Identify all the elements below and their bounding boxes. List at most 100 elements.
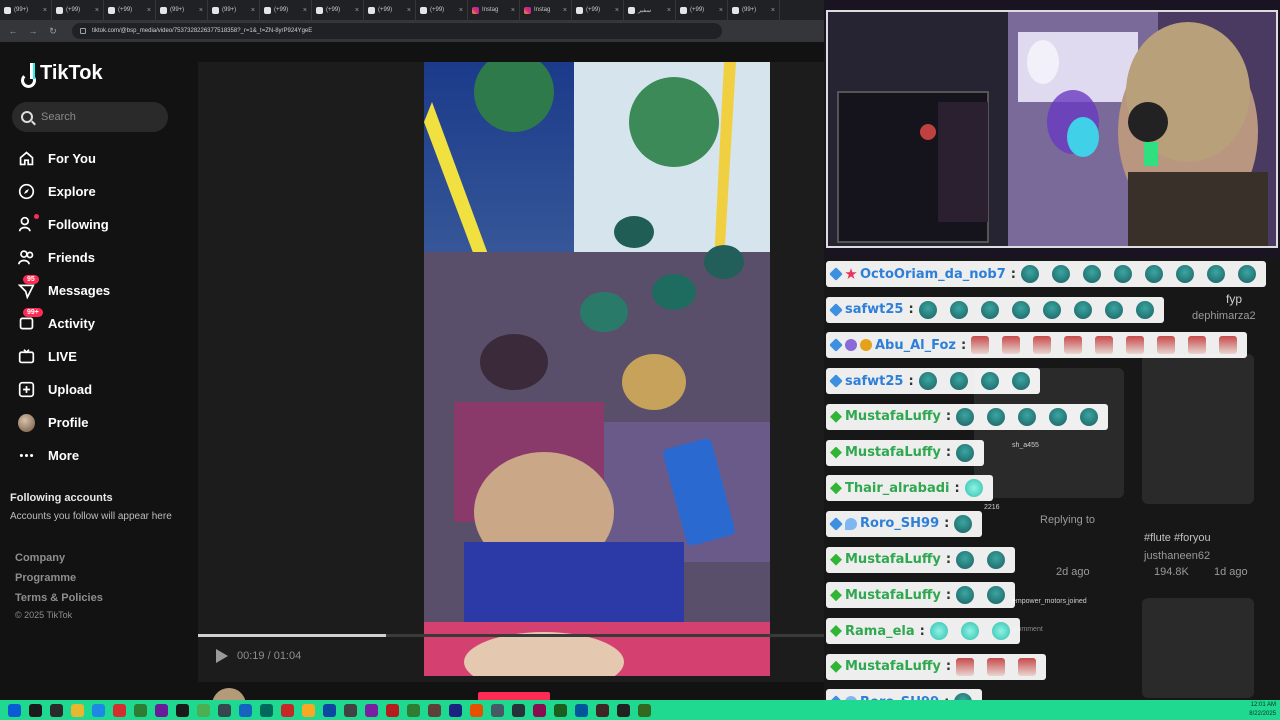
close-tab-icon[interactable]: ×	[303, 7, 307, 14]
chat-emote-icon	[987, 586, 1006, 605]
taskbar-app-icon[interactable]	[470, 703, 483, 717]
taskbar-app-icon[interactable]	[71, 703, 84, 717]
close-tab-icon[interactable]: ×	[407, 7, 411, 14]
taskbar-app-icon[interactable]	[554, 703, 567, 717]
taskbar-app-icon[interactable]	[218, 703, 231, 717]
back-icon[interactable]: ←	[8, 26, 18, 36]
taskbar-app-icon[interactable]	[512, 703, 525, 717]
close-tab-icon[interactable]: ×	[147, 7, 151, 14]
taskbar-app-icon[interactable]	[113, 703, 126, 717]
browser-tab[interactable]: سفير ×	[624, 0, 676, 20]
browser-tab[interactable]: Instag ×	[468, 0, 520, 20]
taskbar-app-icon[interactable]	[386, 703, 399, 717]
chat-message: Rama_ela:	[826, 618, 1020, 644]
close-tab-icon[interactable]: ×	[43, 7, 47, 14]
browser-tab[interactable]: (+99) ×	[260, 0, 312, 20]
reload-icon[interactable]: ↻	[48, 26, 58, 37]
taskbar-app-icon[interactable]	[407, 703, 420, 717]
taskbar-app-icon[interactable]	[428, 703, 441, 717]
taskbar-app-icon[interactable]	[239, 703, 252, 717]
taskbar-app-icon[interactable]	[323, 703, 336, 717]
browser-tab[interactable]: (99+) ×	[728, 0, 780, 20]
chat-badge-icon	[830, 410, 842, 423]
browser-tab[interactable]: (+99) ×	[104, 0, 156, 20]
play-icon[interactable]	[216, 649, 228, 663]
sidebar-item-profile[interactable]: Profile	[18, 406, 110, 439]
close-tab-icon[interactable]: ×	[199, 7, 203, 14]
video-player[interactable]: 00:19 / 01:04	[198, 62, 824, 682]
taskbar-app-icon[interactable]	[344, 703, 357, 717]
browser-tab[interactable]: (+99) ×	[312, 0, 364, 20]
search-placeholder: Search	[41, 111, 76, 123]
close-tab-icon[interactable]: ×	[355, 7, 359, 14]
taskbar-app-icon[interactable]	[491, 703, 504, 717]
close-tab-icon[interactable]: ×	[459, 7, 463, 14]
address-bar[interactable]: tiktok.com/@bsp_media/video/753732822637…	[72, 23, 722, 39]
search-input[interactable]: Search	[12, 102, 168, 132]
search-icon	[21, 111, 33, 123]
start-menu-icon[interactable]	[8, 703, 21, 717]
close-tab-icon[interactable]: ×	[95, 7, 99, 14]
chat-message: MustafaLuffy:	[826, 439, 985, 466]
tiktok-logo[interactable]: TikTok	[18, 62, 103, 88]
taskbar-app-icon[interactable]	[50, 703, 63, 717]
taskbar-app-icon[interactable]	[197, 703, 210, 717]
taskbar-app-icon[interactable]	[449, 703, 462, 717]
taskbar-app-icon[interactable]	[92, 703, 105, 717]
close-tab-icon[interactable]: ×	[615, 7, 619, 14]
footer-link-company[interactable]: Company	[15, 548, 103, 568]
sidebar-item-following[interactable]: Following	[18, 208, 110, 241]
site-info-icon[interactable]	[80, 28, 86, 34]
browser-tab[interactable]: (+99) ×	[572, 0, 624, 20]
sidebar-item-label: More	[48, 448, 80, 463]
chat-badge-icon	[830, 482, 842, 495]
sidebar-item-upload[interactable]: Upload	[18, 373, 110, 406]
sidebar-item-explore[interactable]: Explore	[18, 175, 110, 208]
system-clock[interactable]: 12:01 AM 8/22/2025	[1249, 701, 1276, 719]
taskbar-app-icon[interactable]	[260, 703, 273, 717]
taskbar-app-icon[interactable]	[596, 703, 609, 717]
browser-tab[interactable]: (+99) ×	[364, 0, 416, 20]
browser-tab[interactable]: (+99) ×	[52, 0, 104, 20]
sidebar-item-activity[interactable]: 99+ Activity	[18, 307, 110, 340]
close-tab-icon[interactable]: ×	[771, 7, 775, 14]
footer-link-terms[interactable]: Terms & Policies	[15, 588, 103, 608]
video-frame[interactable]	[424, 62, 770, 676]
video-progress-bar[interactable]	[198, 634, 824, 637]
footer-link-programme[interactable]: Programme	[15, 568, 103, 588]
taskbar-app-icon[interactable]	[302, 703, 315, 717]
taskbar-app-icon[interactable]	[617, 703, 630, 717]
close-tab-icon[interactable]: ×	[667, 7, 671, 14]
browser-tab[interactable]: (99+) ×	[0, 0, 52, 20]
taskbar-app-icon[interactable]	[638, 703, 651, 717]
sidebar-item-live[interactable]: LIVE	[18, 340, 110, 373]
taskbar-app-icon[interactable]	[134, 703, 147, 717]
tiktok-icon	[264, 6, 271, 14]
taskbar-app-icon[interactable]	[176, 703, 189, 717]
taskbar-app-icon[interactable]	[281, 703, 294, 717]
chat-username: Roro_SH99	[860, 516, 940, 532]
browser-tab[interactable]: (+99) ×	[676, 0, 728, 20]
sidebar-item-more[interactable]: More	[18, 439, 110, 472]
browser-tab[interactable]: (99+) ×	[208, 0, 260, 20]
taskbar-app-icon[interactable]	[575, 703, 588, 717]
taskbar-app-icon[interactable]	[533, 703, 546, 717]
browser-tab[interactable]: (99+) ×	[156, 0, 208, 20]
close-tab-icon[interactable]: ×	[719, 7, 723, 14]
close-tab-icon[interactable]: ×	[251, 7, 255, 14]
sidebar-item-messages[interactable]: 95 Messages	[18, 274, 110, 307]
chat-emote-icon	[1033, 336, 1052, 355]
taskbar-app-icon[interactable]	[365, 703, 378, 717]
close-tab-icon[interactable]: ×	[563, 7, 567, 14]
sidebar-item-for-you[interactable]: For You	[18, 142, 110, 175]
chat-emote-icon	[987, 407, 1006, 426]
chat-emote-icon	[960, 622, 979, 640]
forward-icon[interactable]: →	[28, 26, 38, 36]
close-tab-icon[interactable]: ×	[511, 7, 515, 14]
browser-tab[interactable]: (+99) ×	[416, 0, 468, 20]
sidebar-item-friends[interactable]: Friends	[18, 241, 110, 274]
taskbar-app-icon[interactable]	[155, 703, 168, 717]
search-icon[interactable]	[29, 703, 42, 717]
screen: (99+) × (+99) × (+99) × (99+) × (99+) × (+99) × (+99…	[0, 0, 1280, 720]
browser-tab[interactable]: Instag ×	[520, 0, 572, 20]
